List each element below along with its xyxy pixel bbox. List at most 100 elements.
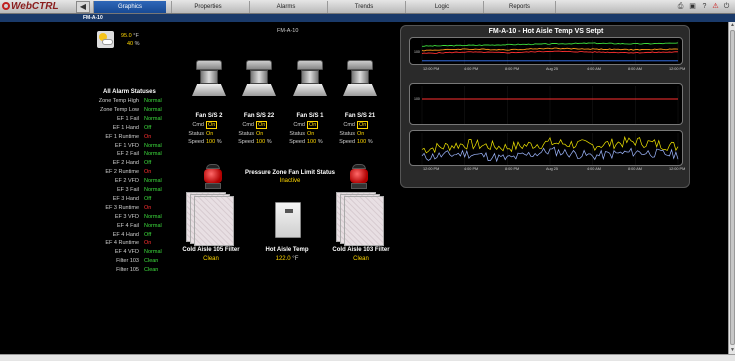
tab-reports[interactable]: Reports: [483, 1, 556, 13]
trend-x-tick-label: 12:00 PM: [669, 67, 686, 71]
fan-title: Fan S/S 1: [296, 113, 324, 119]
hot-aisle-temp-value[interactable]: 122.0: [276, 256, 291, 262]
fan-cmd-label: Cmd: [293, 122, 305, 128]
logo-text: WebCTRL: [11, 1, 59, 12]
fan-speed-row: Speed 100 %: [285, 138, 335, 146]
fan-speed-label: Speed: [289, 139, 305, 145]
tab-graphics[interactable]: Graphics: [93, 1, 166, 13]
alarm-value[interactable]: Off: [144, 195, 151, 203]
fan-speed-value[interactable]: 100: [307, 139, 316, 145]
fan-status-value[interactable]: On: [357, 131, 364, 137]
outside-temp-unit: °F: [133, 33, 139, 39]
temperature-sensor-icon: [275, 202, 301, 238]
trend-x-tick-label: 4:00 AM: [587, 67, 601, 71]
alarm-value[interactable]: Normal: [144, 222, 162, 230]
alarm-value[interactable]: Normal: [144, 142, 162, 150]
trend-panel[interactable]: FM-A-10 - Hot Aisle Temp VS Setpt 100 12…: [400, 25, 690, 188]
help-icon[interactable]: ?: [700, 2, 709, 11]
fan-speed-row: Speed 100 %: [184, 138, 234, 146]
fan-status-value[interactable]: On: [256, 131, 263, 137]
alarm-value[interactable]: On: [144, 168, 151, 176]
alarm-label: EF 3 Runtime: [105, 204, 139, 211]
alarm-value[interactable]: Clean: [144, 266, 158, 274]
exhaust-fan-icon[interactable]: [291, 60, 329, 100]
exhaust-fan-icon[interactable]: [341, 60, 379, 100]
breadcrumb-location[interactable]: FM-A-10: [83, 14, 103, 22]
exhaust-fan-icon[interactable]: [240, 60, 278, 100]
scroll-up-icon[interactable]: ▲: [729, 22, 735, 29]
trend-x-tick-label: 12:00 PM: [423, 67, 440, 71]
scroll-down-icon[interactable]: ▼: [729, 347, 735, 354]
alarm-value[interactable]: Normal: [144, 106, 162, 114]
filter-103-status[interactable]: Clean: [326, 256, 396, 262]
logout-icon[interactable]: ⏻: [722, 2, 731, 11]
back-button[interactable]: ◀: [76, 1, 90, 13]
print-icon[interactable]: ⎙: [676, 2, 685, 11]
scroll-thumb[interactable]: [730, 30, 735, 345]
trend-x-tick-label: 12:00 PM: [669, 167, 686, 171]
alarm-status-row: EF 3 Fail Normal: [86, 186, 176, 194]
alarm-icon[interactable]: ⚠: [711, 2, 720, 11]
alarm-light-icon: [348, 164, 370, 190]
save-icon[interactable]: ▣: [688, 2, 697, 11]
vertical-scrollbar[interactable]: ▲ ▼: [728, 22, 735, 355]
fan-status-value[interactable]: On: [206, 131, 213, 137]
trend-plot-1-svg: 100: [414, 40, 679, 64]
alarm-status-row: EF 3 VFD Normal: [86, 213, 176, 221]
fan-speed-value[interactable]: 100: [206, 139, 215, 145]
alarm-value[interactable]: On: [144, 133, 151, 141]
alarm-status-row: EF 1 Runtime On: [86, 133, 176, 141]
alarm-value[interactable]: Normal: [144, 248, 162, 256]
alarm-value[interactable]: Normal: [144, 150, 162, 158]
filter-105-status[interactable]: Clean: [176, 256, 246, 262]
fan-cmd-value[interactable]: On: [256, 121, 268, 129]
alarm-status-row: EF 1 Fail Normal: [86, 115, 176, 123]
pressure-zone-status[interactable]: Inactive: [240, 178, 340, 184]
fan-speed-value[interactable]: 100: [256, 139, 265, 145]
alarm-label: EF 4 Hand: [112, 231, 139, 238]
alarm-value[interactable]: Normal: [144, 213, 162, 221]
alarm-value[interactable]: Off: [144, 159, 151, 167]
fan-status-value[interactable]: On: [307, 131, 314, 137]
fan-status-label: Status: [339, 130, 355, 137]
fan-cmd-label: Cmd: [343, 122, 355, 128]
trend-y-tick: 100: [414, 97, 420, 101]
outside-temp-value: 95.0: [121, 33, 132, 39]
alarm-value[interactable]: Off: [144, 124, 151, 132]
fan-cmd-value[interactable]: On: [206, 121, 218, 129]
fan-cmd-value[interactable]: On: [307, 121, 319, 129]
trend-y-tick: 100: [414, 50, 420, 54]
alarm-value[interactable]: Off: [144, 231, 151, 239]
alarm-status-row: EF 3 Hand Off: [86, 195, 176, 203]
fan-speed-row: Speed 100 %: [234, 138, 284, 146]
trend-x-tick-label: 8:00 AM: [628, 67, 642, 71]
alarm-value[interactable]: Normal: [144, 186, 162, 194]
trend-x-tick-label: 4:00 AM: [587, 167, 601, 171]
alarm-status-row: EF 2 Hand Off: [86, 159, 176, 167]
fan-speed-value[interactable]: 100: [357, 139, 366, 145]
alarm-label: EF 4 VFD: [114, 249, 139, 256]
alarm-value[interactable]: Normal: [144, 115, 162, 123]
alarm-value[interactable]: Clean: [144, 257, 158, 265]
alarm-status-row: EF 4 Hand Off: [86, 231, 176, 239]
trend-x-labels-1: 12:00 PM 4:00 PM 8:00 PM Aug 25 4:00 AM 8:00 …: [409, 67, 686, 73]
alarm-label: EF 2 VFD: [114, 178, 139, 185]
fan-speed-unit: %: [367, 139, 373, 145]
alarm-value[interactable]: On: [144, 204, 151, 212]
alarm-value[interactable]: Normal: [144, 97, 162, 105]
alarm-status-row: Zone Temp Low Normal: [86, 106, 176, 114]
fan-cmd-row: Cmd On: [184, 121, 234, 129]
alarm-status-row: Zone Temp High Normal: [86, 97, 176, 105]
tab-properties[interactable]: Properties: [171, 1, 244, 13]
exhaust-fan-icon[interactable]: [190, 60, 228, 100]
tab-trends[interactable]: Trends: [327, 1, 400, 13]
fan-cmd-value[interactable]: On: [357, 121, 369, 129]
alarm-value[interactable]: Normal: [144, 177, 162, 185]
tab-logic[interactable]: Logic: [405, 1, 478, 13]
tab-alarms[interactable]: Alarms: [249, 1, 322, 13]
horizontal-scrollbar[interactable]: [0, 354, 735, 361]
trend-x-tick-label: 4:00 PM: [464, 67, 479, 71]
alarm-status-row: Filter 103 Clean: [86, 257, 176, 265]
fan-status-row: Status On: [335, 130, 385, 138]
alarm-value[interactable]: On: [144, 239, 151, 247]
